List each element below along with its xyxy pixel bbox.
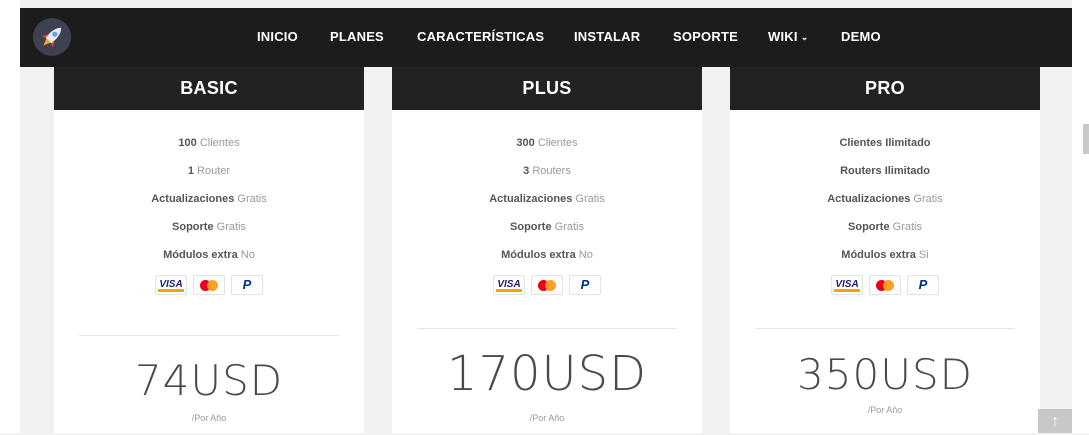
rocket-logo-icon[interactable] — [33, 18, 71, 56]
nav-item-inicio[interactable]: INICIO — [257, 29, 298, 44]
arrow-up-icon: ↑ — [1051, 413, 1059, 430]
nav-item-soporte[interactable]: SOPORTE — [673, 29, 738, 44]
nav-item-wiki-label: WIKI — [768, 29, 798, 44]
feature-updates: Actualizaciones Gratis — [827, 193, 943, 205]
plan-price: 74USD — [134, 356, 284, 405]
nav-item-wiki[interactable]: WIKI ⌄ — [768, 29, 808, 44]
plan-title: PRO — [730, 67, 1040, 110]
visa-icon: VISA — [831, 275, 863, 295]
plan-title: PLUS — [392, 67, 702, 110]
nav-item-instalar[interactable]: INSTALAR — [574, 29, 640, 44]
plan-price: 170USD — [446, 346, 648, 402]
chevron-down-icon: ⌄ — [800, 32, 809, 42]
feature-extra-modules: Módulos extra No — [163, 249, 255, 261]
nav-item-planes[interactable]: PLANES — [330, 29, 384, 44]
feature-clients: Clientes Ilimitado — [839, 137, 931, 149]
nav-item-caracteristicas[interactable]: CARACTERÍSTICAS — [417, 29, 544, 44]
paypal-icon: P — [569, 275, 601, 295]
divider — [79, 335, 339, 336]
page-edge — [0, 0, 20, 433]
plan-title: BASIC — [54, 67, 364, 110]
feature-routers: 1 Router — [187, 165, 231, 177]
scrollbar-thumb[interactable] — [1083, 124, 1089, 154]
plan-price: 350USD — [797, 350, 973, 399]
paypal-icon: P — [907, 275, 939, 295]
plan-card-basic: BASIC 100 Clientes 1 Router Actualizacio… — [54, 67, 364, 433]
plan-period: /Por Año — [191, 413, 227, 423]
paypal-icon: P — [231, 275, 263, 295]
feature-extra-modules: Módulos extra Si — [841, 249, 929, 261]
feature-extra-modules: Módulos extra No — [501, 249, 593, 261]
feature-updates: Actualizaciones Gratis — [489, 193, 605, 205]
visa-icon: VISA — [155, 275, 187, 295]
payment-methods: VISA P — [392, 275, 702, 295]
plan-period: /Por Año — [867, 405, 903, 415]
divider — [755, 328, 1015, 329]
payment-methods: VISA P — [54, 275, 364, 295]
plan-card-plus: PLUS 300 Clientes 3 Routers Actualizacio… — [392, 67, 702, 433]
nav-item-demo[interactable]: DEMO — [841, 29, 881, 44]
mastercard-icon — [869, 275, 901, 295]
scrollbar-track[interactable] — [1072, 0, 1089, 433]
feature-routers: 3 Routers — [523, 165, 571, 177]
plan-period: /Por Año — [529, 413, 565, 423]
back-to-top-button[interactable]: ↑ — [1038, 409, 1072, 433]
feature-clients: 100 Clientes — [178, 137, 240, 149]
top-navbar: INICIO PLANES CARACTERÍSTICAS INSTALAR S… — [20, 8, 1072, 67]
mastercard-icon — [193, 275, 225, 295]
plan-card-pro: PRO Clientes Ilimitado Routers Ilimitado… — [730, 67, 1040, 433]
feature-support: Soporte Gratis — [172, 221, 246, 233]
feature-support: Soporte Gratis — [848, 221, 922, 233]
visa-icon: VISA — [493, 275, 525, 295]
feature-clients: 300 Clientes — [516, 137, 578, 149]
divider — [417, 328, 677, 329]
feature-updates: Actualizaciones Gratis — [151, 193, 267, 205]
payment-methods: VISA P — [730, 275, 1040, 295]
feature-routers: Routers Ilimitado — [840, 165, 930, 177]
mastercard-icon — [531, 275, 563, 295]
feature-support: Soporte Gratis — [510, 221, 584, 233]
